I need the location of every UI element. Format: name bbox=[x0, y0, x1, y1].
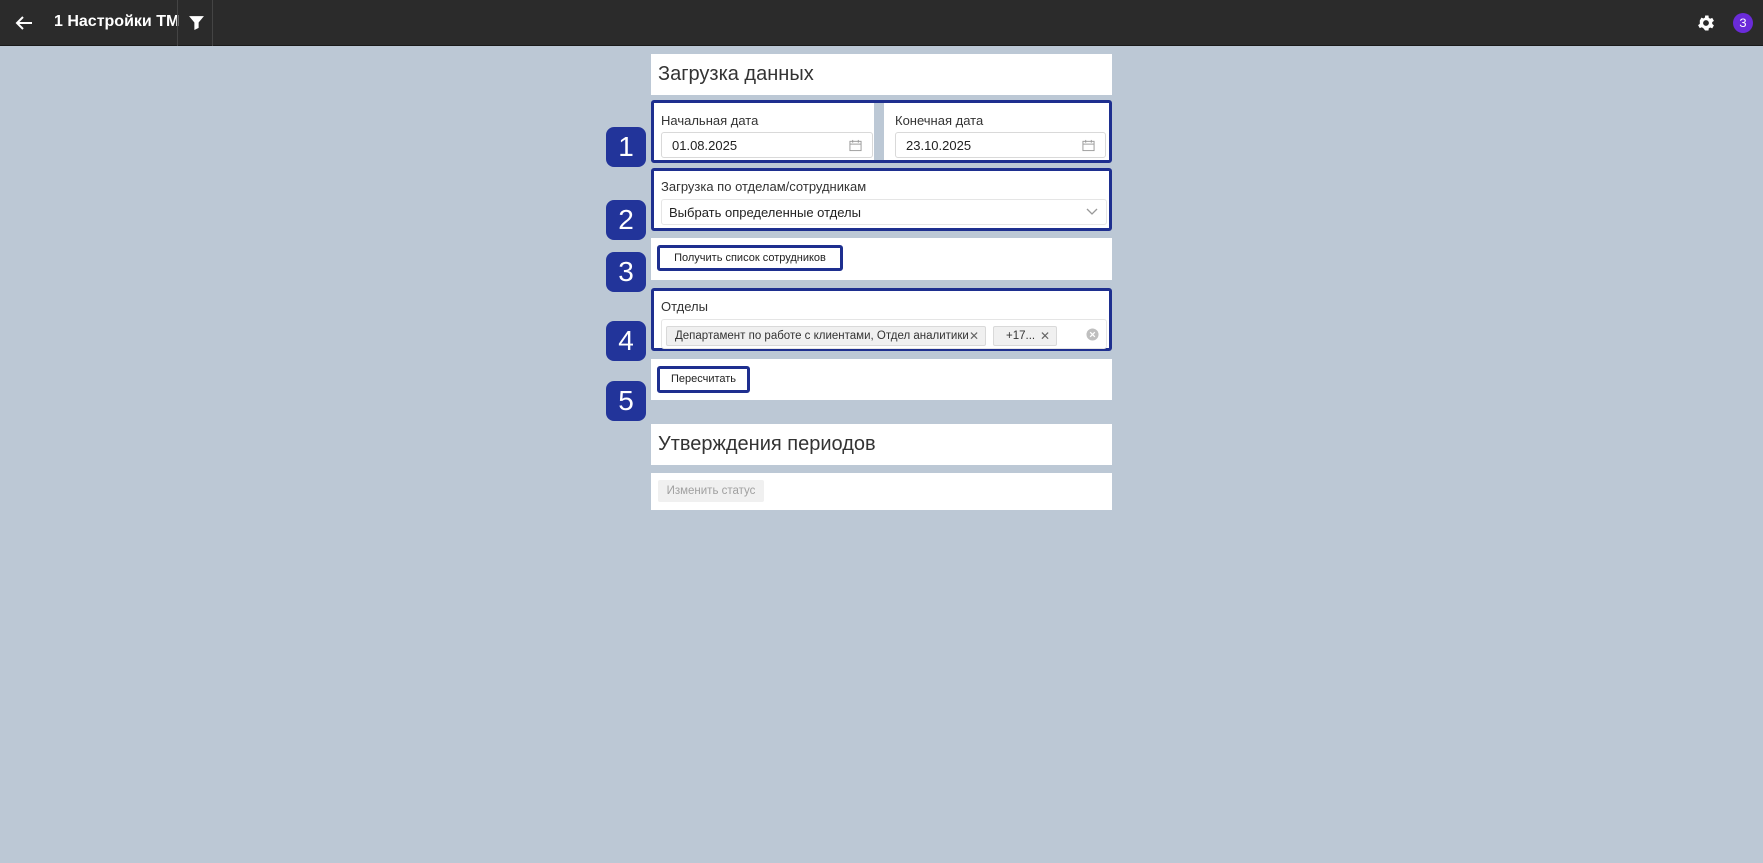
department-tag-label: Департамент по работе с клиентами, Отдел… bbox=[675, 330, 969, 342]
department-more-tag: +17... ✕ bbox=[993, 326, 1057, 346]
load-mode-label: Загрузка по отделам/сотрудникам bbox=[661, 179, 867, 194]
department-more-label: +17... bbox=[1006, 330, 1036, 342]
end-date-field[interactable]: 23.10.2025 bbox=[895, 132, 1106, 158]
arrow-left-icon[interactable] bbox=[12, 11, 36, 35]
chevron-down-icon[interactable] bbox=[1086, 208, 1098, 216]
recalc-button[interactable]: Пересчитать bbox=[657, 366, 750, 393]
departments-label: Отделы bbox=[661, 299, 708, 314]
gear-icon[interactable] bbox=[1696, 13, 1716, 33]
avatar[interactable]: З bbox=[1733, 13, 1753, 33]
step-badge-1: 1 bbox=[606, 127, 646, 167]
get-employees-button[interactable]: Получить список сотрудников bbox=[657, 245, 843, 271]
start-date-label: Начальная дата bbox=[661, 113, 759, 128]
start-date-field[interactable]: 01.08.2025 bbox=[661, 132, 873, 158]
load-mode-value: Выбрать определенные отделы bbox=[669, 205, 861, 220]
load-mode-select[interactable]: Выбрать определенные отделы bbox=[661, 199, 1107, 225]
close-icon[interactable]: ✕ bbox=[1040, 327, 1050, 345]
section-title: Загрузка данных bbox=[658, 63, 814, 85]
page-title: 1 Настройки ТМ bbox=[54, 13, 180, 30]
approval-actions-row: Изменить статус bbox=[651, 473, 1112, 510]
calendar-icon[interactable] bbox=[1082, 139, 1095, 152]
date-divider bbox=[874, 103, 884, 160]
approval-section-header: Утверждения периодов bbox=[651, 424, 1112, 465]
divider bbox=[212, 0, 213, 46]
department-tag: Департамент по работе с клиентами, Отдел… bbox=[666, 326, 986, 346]
departments-select[interactable]: Департамент по работе с клиентами, Отдел… bbox=[661, 319, 1107, 349]
change-status-button[interactable]: Изменить статус bbox=[658, 480, 764, 502]
close-icon[interactable]: ✕ bbox=[969, 327, 979, 345]
end-date-value: 23.10.2025 bbox=[906, 138, 972, 153]
clear-circle-icon[interactable] bbox=[1086, 328, 1099, 341]
divider bbox=[177, 0, 178, 46]
recalc-row: Пересчитать bbox=[651, 359, 1112, 400]
step-badge-3: 3 bbox=[606, 252, 646, 292]
filter-icon[interactable] bbox=[188, 14, 205, 31]
section-title: Утверждения периодов bbox=[658, 433, 876, 455]
departments-group: Отделы Департамент по работе с клиентами… bbox=[651, 288, 1112, 351]
end-date-label: Конечная дата bbox=[895, 113, 984, 128]
load-section-header: Загрузка данных bbox=[651, 54, 1112, 95]
top-bar: 1 Настройки ТМ З bbox=[0, 0, 1763, 46]
load-mode-group: Загрузка по отделам/сотрудникам Выбрать … bbox=[651, 168, 1112, 231]
step-badge-4: 4 bbox=[606, 321, 646, 361]
start-date-value: 01.08.2025 bbox=[672, 138, 738, 153]
get-employees-row: Получить список сотрудников bbox=[651, 238, 1112, 280]
step-badge-5: 5 bbox=[606, 381, 646, 421]
step-badge-2: 2 bbox=[606, 200, 646, 240]
calendar-icon[interactable] bbox=[849, 139, 862, 152]
